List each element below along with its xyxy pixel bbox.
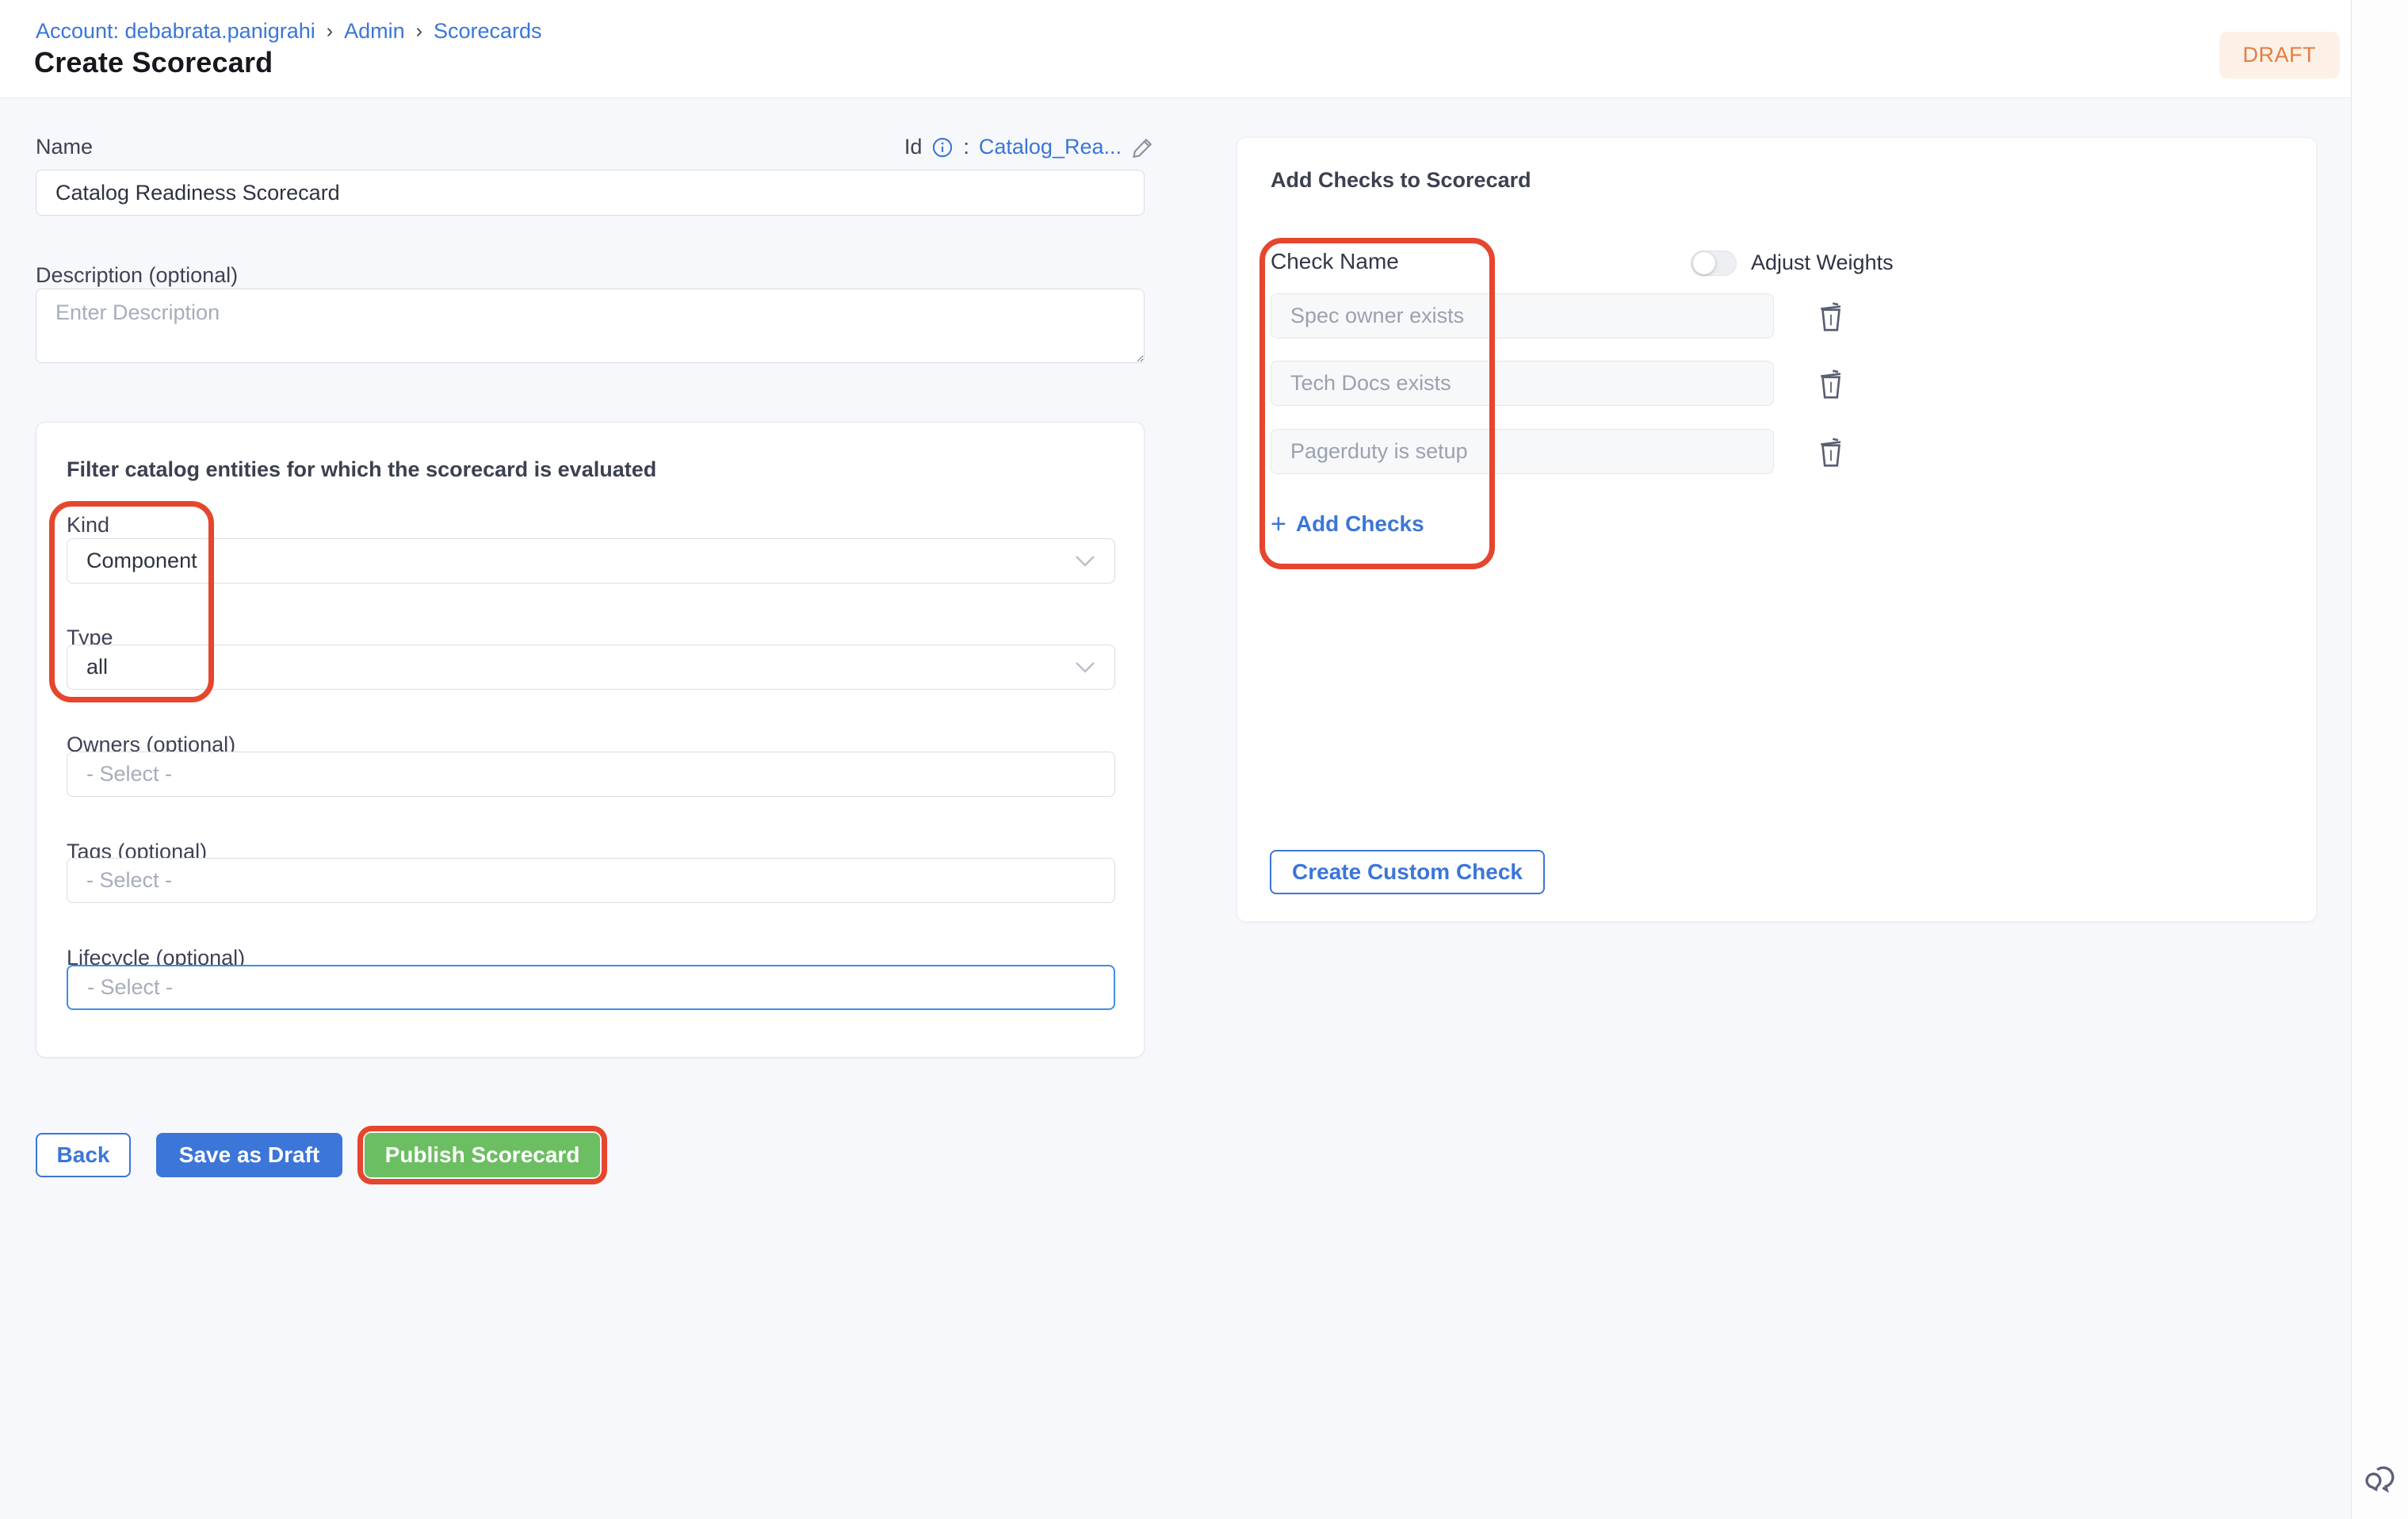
check-name-column-header: Check Name bbox=[1271, 249, 1399, 274]
id-label: Id bbox=[904, 135, 923, 159]
pencil-icon[interactable] bbox=[1131, 136, 1155, 159]
description-textarea[interactable] bbox=[36, 289, 1145, 363]
name-label: Name bbox=[36, 135, 93, 159]
adjust-weights-toggle[interactable] bbox=[1691, 251, 1737, 276]
tags-placeholder: - Select - bbox=[86, 868, 172, 893]
chevron-down-icon bbox=[1075, 555, 1095, 568]
check-name-input[interactable] bbox=[1271, 429, 1774, 474]
plus-icon: + bbox=[1271, 511, 1286, 538]
filter-card: Filter catalog entities for which the sc… bbox=[36, 422, 1145, 1058]
breadcrumb-account-link[interactable]: Account: debabrata.panigrahi bbox=[36, 19, 315, 44]
kind-select[interactable]: Component bbox=[67, 538, 1115, 583]
adjust-weights-label: Adjust Weights bbox=[1751, 251, 1894, 275]
create-custom-check-button[interactable]: Create Custom Check bbox=[1270, 850, 1545, 894]
delete-check-button[interactable] bbox=[1817, 434, 1848, 470]
add-checks-link[interactable]: + Add Checks bbox=[1271, 511, 1424, 538]
check-row bbox=[1271, 361, 1921, 406]
breadcrumb-separator: › bbox=[416, 20, 422, 43]
check-row bbox=[1271, 293, 1921, 339]
page-title: Create Scorecard bbox=[34, 46, 273, 79]
filter-heading: Filter catalog entities for which the sc… bbox=[67, 457, 656, 482]
tags-select[interactable]: - Select - bbox=[67, 858, 1115, 903]
add-checks-card: Add Checks to Scorecard Check Name Adjus… bbox=[1236, 137, 2317, 922]
check-row bbox=[1271, 429, 1921, 474]
breadcrumb-separator: › bbox=[327, 20, 333, 43]
kind-value: Component bbox=[86, 549, 197, 573]
add-checks-heading: Add Checks to Scorecard bbox=[1271, 168, 1531, 193]
check-name-input[interactable] bbox=[1271, 293, 1774, 339]
scorecard-id-link[interactable]: Catalog_Rea... bbox=[979, 135, 1122, 159]
breadcrumb-admin-link[interactable]: Admin bbox=[344, 19, 405, 44]
description-label: Description (optional) bbox=[36, 263, 238, 288]
add-checks-label: Add Checks bbox=[1296, 511, 1424, 537]
lifecycle-placeholder: - Select - bbox=[87, 975, 173, 1000]
delete-check-button[interactable] bbox=[1817, 365, 1848, 402]
name-id-row: Name Id : Catalog_Rea... bbox=[36, 135, 1155, 159]
back-button[interactable]: Back bbox=[36, 1133, 131, 1177]
check-name-input[interactable] bbox=[1271, 361, 1774, 406]
breadcrumb: Account: debabrata.panigrahi › Admin › S… bbox=[36, 19, 542, 44]
type-select[interactable]: all bbox=[67, 645, 1115, 690]
type-value: all bbox=[86, 655, 108, 679]
id-colon: : bbox=[963, 135, 969, 159]
info-icon[interactable] bbox=[931, 136, 954, 159]
toggle-knob bbox=[1693, 252, 1715, 274]
create-scorecard-page: Account: debabrata.panigrahi › Admin › S… bbox=[0, 0, 2408, 1519]
name-input[interactable] bbox=[36, 170, 1145, 216]
publish-button-wrap: Publish Scorecard bbox=[365, 1133, 600, 1177]
help-rail bbox=[2351, 0, 2408, 1519]
delete-check-button[interactable] bbox=[1817, 298, 1848, 335]
save-as-draft-button[interactable]: Save as Draft bbox=[156, 1133, 342, 1177]
chevron-down-icon bbox=[1075, 661, 1095, 674]
breadcrumb-scorecards-link[interactable]: Scorecards bbox=[434, 19, 542, 44]
owners-select[interactable]: - Select - bbox=[67, 752, 1115, 797]
kind-label: Kind bbox=[67, 513, 109, 538]
draft-status-badge: DRAFT bbox=[2219, 32, 2341, 78]
chat-bubbles-icon[interactable] bbox=[2361, 1460, 2399, 1498]
owners-placeholder: - Select - bbox=[86, 762, 172, 786]
lifecycle-select[interactable]: - Select - bbox=[67, 965, 1115, 1010]
page-header: Account: debabrata.panigrahi › Admin › S… bbox=[0, 0, 2351, 98]
publish-scorecard-button[interactable]: Publish Scorecard bbox=[365, 1133, 600, 1177]
scorecard-id-row: Id : Catalog_Rea... bbox=[904, 135, 1155, 159]
